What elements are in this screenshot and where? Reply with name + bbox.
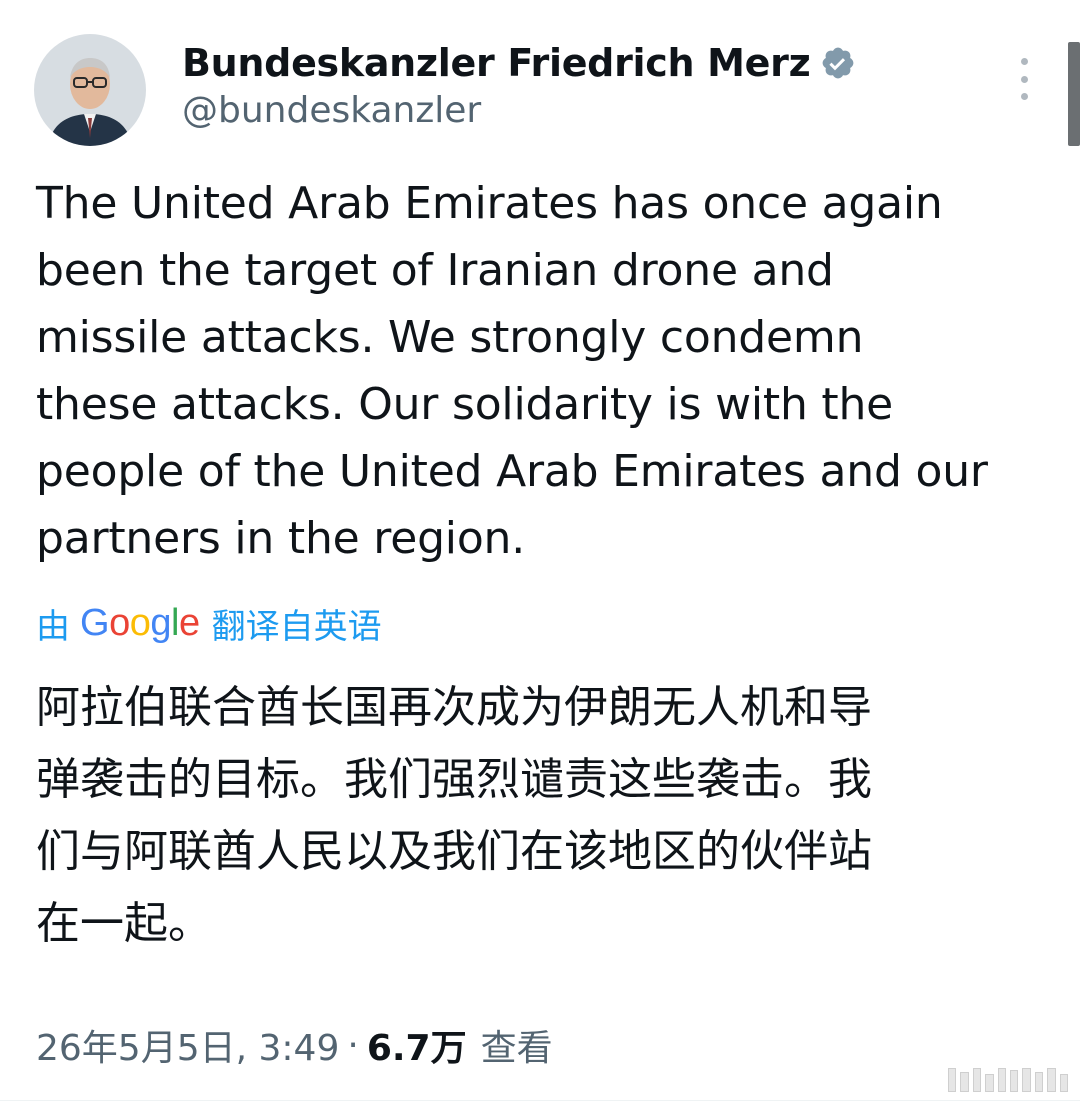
views-label: 查看 xyxy=(480,1028,553,1069)
author-name-row[interactable]: Bundeskanzler Friedrich Merz xyxy=(182,38,858,88)
scrollbar[interactable] xyxy=(1068,42,1080,146)
verified-badge-icon[interactable] xyxy=(820,44,858,82)
tweet-text: The United Arab Emirates has once again … xyxy=(36,178,988,564)
tweet-meta: 26年5月5日, 3:49 · 6.7万 查看 xyxy=(36,1018,553,1072)
google-logo: Google xyxy=(80,601,200,644)
meta-separator: · xyxy=(347,1024,359,1066)
translation-by-label: 由 xyxy=(36,606,70,647)
translation-attribution[interactable]: 由 Google 翻译自英语 xyxy=(36,598,382,648)
views-count: 6.7万 xyxy=(366,1028,467,1069)
translation-label[interactable]: 翻译自英语 xyxy=(212,599,382,648)
watermark-logo xyxy=(948,1066,1069,1092)
author-display-name[interactable]: Bundeskanzler Friedrich Merz xyxy=(182,41,811,85)
avatar[interactable] xyxy=(34,34,146,146)
divider xyxy=(0,1100,1080,1101)
more-options-icon[interactable] xyxy=(1010,58,1038,100)
translated-text: 阿拉伯联合酋长国再次成为伊朗无人机和导 弹袭击的目标。我们强烈谴责这些袭击。我 … xyxy=(36,682,872,949)
timestamp[interactable]: 26年5月5日, 3:49 xyxy=(36,1019,339,1071)
author-handle[interactable]: @bundeskanzler xyxy=(182,90,481,131)
